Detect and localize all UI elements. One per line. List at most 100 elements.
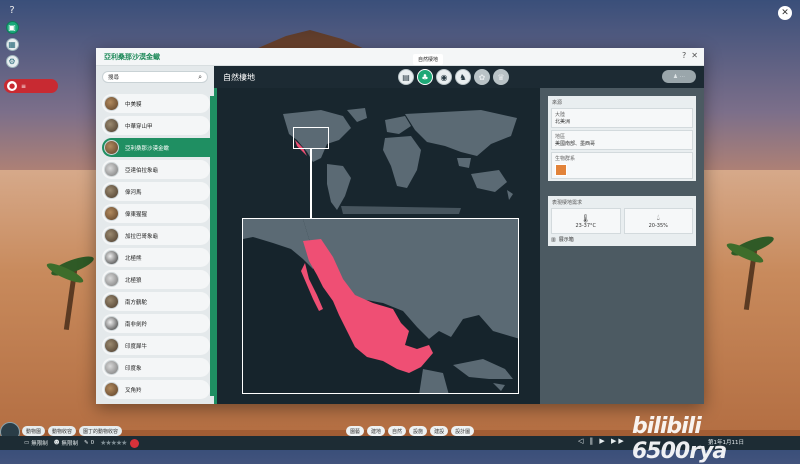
animal-name: 南方鶴駝 [125,299,148,306]
world-map [283,108,517,214]
game-speed-controls[interactable]: ◁ ‖ ▶ ▶▶ [578,437,626,445]
list-item[interactable]: 印度犀牛 [102,336,210,355]
guests-display[interactable]: ☻ 無限制 [54,439,78,447]
trophy-icon: ♛ [493,69,509,85]
settings-icon[interactable]: ⚙ [5,55,19,68]
left-hud: ? ▣ ▦ ⚙ [4,4,20,68]
exhibit-icon: ▥ [551,236,556,243]
animal-portrait-icon [104,96,119,111]
guest-icon: ☻ [53,440,60,446]
rating-stars: ★★★★★ [100,439,127,447]
list-item[interactable]: 偉東猩猩 [102,204,210,223]
animal-name: 南非劍羚 [125,321,148,328]
background-palm [720,230,780,311]
animal-portrait-icon [104,228,119,243]
search-input[interactable]: 搜尋 ⌕ [102,71,208,83]
tickets-display[interactable]: ✎ 0 [84,440,94,446]
animal-name: 叉角羚 [125,387,142,394]
clipboard-icon[interactable]: ▤ [398,69,414,85]
water-drop-icon: 💧︎ [656,213,660,222]
search-icon: ⌕ [198,72,202,81]
region-field: 地區 美國南部、墨西哥 [551,130,693,150]
calendar-icon[interactable]: ▦ [5,38,19,51]
animal-portrait-icon [104,272,119,287]
zoom-connector [310,149,312,219]
build-tool-button[interactable]: 設施 [409,426,428,436]
origin-label: 來源 [552,100,563,106]
biome-field: 生物群系 [551,152,693,179]
alert-icon[interactable] [130,438,140,448]
list-item[interactable]: 北極熊 [102,248,210,267]
animal-name: 北極狼 [125,277,142,284]
animal-portrait-icon [104,250,119,265]
animal-portrait-icon [104,316,119,331]
list-item[interactable]: 南非劍羚 [102,314,210,333]
info-tabs: ▤ ♣ ◉ ♞ ✿ ♛ [398,69,509,85]
exhibit-row: ▥ 展示箱 [551,236,574,244]
list-item[interactable]: 北極狼 [102,270,210,289]
thermometer-icon: 🌡︎ [580,213,591,223]
animal-portrait-icon [104,118,119,133]
build-tool-button[interactable]: 建地 [367,426,386,436]
region-highlight-box [293,127,329,149]
enrichment-icon[interactable]: ♞ [455,69,471,85]
habitat-icon[interactable]: ♣ [417,69,433,85]
animal-portrait-icon [104,294,119,309]
paw-icon: ✿ [474,69,490,85]
watermark: bilibili 6500rya [632,414,727,464]
needs-header: 表現棲地需求 [552,200,583,206]
bottom-tab[interactable]: 園丁的動物收容 [79,426,123,436]
build-tool-button[interactable]: 設計圖 [451,426,475,436]
bottom-tab[interactable]: 動物收容 [48,426,77,436]
help-button[interactable]: ? [682,51,686,60]
animal-name: 印度犀牛 [125,343,148,350]
animal-name: 偉東猩猩 [125,211,148,218]
background-palm [40,250,100,331]
list-item[interactable]: 亞達伯拉象龜 [102,160,210,179]
build-tool-button[interactable]: 園藝 [346,426,365,436]
zoomed-habitat-map [242,218,519,394]
money-icon: ▭ [24,440,30,446]
temperature-stat: 🌡︎ 23-37°C [551,208,621,234]
humidity-stat: 💧︎ 20-35% [623,208,693,234]
staff-notification[interactable]: ● ≡ [4,79,58,93]
animal-name: 加拉巴哥象龜 [125,233,159,240]
build-tool-button[interactable]: 自然 [388,426,407,436]
desert-biome-icon[interactable] [555,164,567,176]
continent-field: 大陸 北美洲 [551,108,693,128]
zookeeper-button[interactable]: ♟ ··· [662,70,696,83]
help-icon[interactable]: ? [6,4,19,17]
list-item[interactable]: 中華穿山甲 [102,116,210,135]
list-item[interactable]: 中美貘 [102,94,210,113]
list-item[interactable]: 亞利桑那沙漠金蠍 [102,138,212,157]
window-title: 亞利桑那沙漠金蠍 [96,48,704,66]
animal-info-window: 亞利桑那沙漠金蠍 ? ✕ 搜尋 ⌕ 中美貘 中華穿山甲 亞利桑那沙漠金蠍 亞達伯拉象龜… [96,48,704,404]
animal-sidebar: 搜尋 ⌕ 中美貘中華穿山甲亞利桑那沙漠金蠍亞達伯拉象龜 偉河馬偉東猩猩加拉巴哥象龜… [96,66,214,404]
list-item[interactable]: 印度象 [102,358,210,377]
animal-portrait-icon [104,140,119,155]
ticket-icon: ✎ [83,440,89,446]
animal-portrait-icon [104,382,119,397]
page-title: 自然棲地 [223,72,255,82]
bottom-tab[interactable]: 動物園 [22,426,46,436]
zoo-icon[interactable]: ▣ [5,21,19,34]
person-icon: ● [7,81,17,91]
animal-name: 中華穿山甲 [125,123,153,130]
needs-card: 表現棲地需求 🌡︎ 23-37°C 💧︎ 20-35% ▥ 展示箱 [548,196,696,246]
close-button[interactable]: ✕ [691,51,698,60]
list-item[interactable]: 偉河馬 [102,182,210,201]
animal-name: 亞達伯拉象龜 [125,167,159,174]
money-display[interactable]: ▭ 無限制 [24,439,48,447]
build-tool-button[interactable]: 建設 [430,426,449,436]
close-icon[interactable]: ✕ [778,6,792,20]
animal-name: 偉河馬 [125,189,142,196]
animal-portrait-icon [104,206,119,221]
animal-portrait-icon [104,338,119,353]
list-item[interactable]: 南方鶴駝 [102,292,210,311]
list-item[interactable]: 加拉巴哥象龜 [102,226,210,245]
list-item[interactable]: 叉角羚 [102,380,210,399]
animal-list: 中美貘中華穿山甲亞利桑那沙漠金蠍亞達伯拉象龜 偉河馬偉東猩猩加拉巴哥象龜北極熊北極… [98,94,212,400]
food-icon[interactable]: ◉ [436,69,452,85]
animal-portrait-icon [104,360,119,375]
tab-tooltip: 自然棲地 [413,54,444,65]
